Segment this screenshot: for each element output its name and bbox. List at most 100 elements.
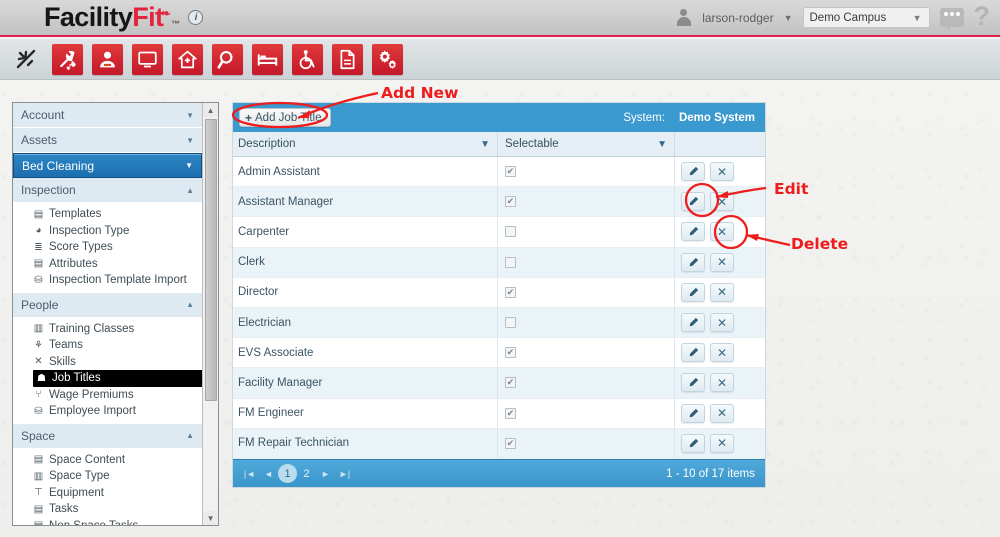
pager-page-2[interactable]: 2 (297, 464, 316, 483)
edit-button[interactable] (681, 373, 705, 393)
edit-button[interactable] (681, 222, 705, 242)
user-name-label[interactable]: larson-rodger (702, 11, 773, 25)
home-plus-icon[interactable] (172, 43, 203, 75)
sidebar-item-training-classes[interactable]: ▥ Training Classes (13, 321, 202, 338)
sidebar-item-attributes[interactable]: ▤ Attributes (13, 256, 202, 273)
server-icon: ▤ (33, 454, 44, 466)
bed-icon[interactable] (252, 43, 283, 75)
table-row[interactable]: Carpenter ✕ (233, 217, 765, 248)
sidebar-item-job-titles[interactable]: ☗ Job Titles (33, 370, 203, 387)
checkbox-icon[interactable] (505, 166, 516, 178)
delete-button[interactable]: ✕ (710, 162, 734, 182)
sidebar-item-templates[interactable]: ▤ Templates (13, 206, 202, 223)
column-header-selectable[interactable]: Selectable ▼ (498, 132, 675, 156)
wrench-icon[interactable] (52, 43, 83, 75)
delete-button[interactable]: ✕ (710, 222, 734, 242)
magnifier-icon[interactable] (212, 43, 243, 75)
delete-button[interactable]: ✕ (710, 282, 734, 302)
delete-button[interactable]: ✕ (710, 192, 734, 212)
checkbox-icon[interactable] (505, 226, 516, 238)
table-row[interactable]: Admin Assistant ✕ (233, 157, 765, 188)
sidebar-item-score-types[interactable]: ≣ Score Types (13, 239, 202, 256)
gears-icon[interactable] (372, 43, 403, 75)
edit-button[interactable] (681, 433, 705, 453)
edit-button[interactable] (681, 162, 705, 182)
sidebar-item-teams[interactable]: ⚘ Teams (13, 337, 202, 354)
document-icon[interactable] (332, 43, 363, 75)
table-row[interactable]: EVS Associate ✕ (233, 338, 765, 369)
sidebar-item-space-content[interactable]: ▤ Space Content (13, 452, 202, 469)
sidebar-item-non-space-tasks[interactable]: ▤ Non Space Tasks (13, 518, 202, 525)
checkbox-icon[interactable] (505, 377, 516, 389)
system-label: System: (623, 111, 665, 124)
pager-prev-button[interactable]: ◄ (259, 464, 278, 483)
chat-icon[interactable] (939, 8, 964, 31)
sidebar-item-inspection-template-import[interactable]: ⛁ Inspection Template Import (13, 272, 202, 289)
scroll-up-icon[interactable]: ▲ (203, 103, 218, 117)
sidebar-item-tasks[interactable]: ▤ Tasks (13, 501, 202, 518)
checkbox-icon[interactable] (505, 256, 516, 268)
sidebar-item-employee-import[interactable]: ⛁ Employee Import (13, 403, 202, 420)
funnel-icon[interactable]: ▼ (480, 139, 490, 150)
checkbox-icon[interactable] (505, 196, 516, 208)
sidebar-item-equipment[interactable]: ⊤ Equipment (13, 485, 202, 502)
delete-button[interactable]: ✕ (710, 373, 734, 393)
pager-next-button[interactable]: ► (316, 464, 335, 483)
sidebar-group-people[interactable]: People ▲ (13, 292, 203, 318)
sidebar-item-inspection-type[interactable]: ◕ Inspection Type (13, 223, 202, 240)
wheelchair-icon[interactable] (292, 43, 323, 75)
monitor-icon[interactable] (132, 43, 163, 75)
delete-button[interactable]: ✕ (710, 313, 734, 333)
chevron-down-icon[interactable]: ▼ (784, 13, 793, 23)
delete-button[interactable]: ✕ (710, 403, 734, 423)
checkbox-icon[interactable] (505, 407, 516, 419)
sidebar-group-bed-cleaning[interactable]: Bed Cleaning ▼ (13, 153, 203, 178)
sidebar-group-account[interactable]: Account ▼ (13, 103, 203, 128)
cell-selectable (498, 307, 675, 338)
table-row[interactable]: FM Engineer ✕ (233, 398, 765, 429)
person-icon[interactable] (92, 43, 123, 75)
column-header-description[interactable]: Description ▼ (233, 132, 498, 156)
pager-page-1[interactable]: 1 (278, 464, 297, 483)
delete-button[interactable]: ✕ (710, 252, 734, 272)
pager-last-button[interactable]: ►| (335, 464, 354, 483)
table-row[interactable]: Electrician ✕ (233, 307, 765, 339)
sidebar-item-skills[interactable]: ✕ Skills (13, 354, 202, 371)
pager-first-button[interactable]: |◄ (240, 464, 259, 483)
delete-button[interactable]: ✕ (710, 343, 734, 363)
sidebar-group-assets[interactable]: Assets ▼ (13, 128, 203, 153)
logo-text-primary: Facility (44, 2, 133, 32)
edit-button[interactable] (681, 282, 705, 302)
help-icon[interactable]: ? (974, 2, 991, 30)
checkbox-icon[interactable] (505, 286, 516, 298)
sidebar-group-inspection[interactable]: Inspection ▲ (13, 178, 203, 203)
cell-selectable (498, 157, 675, 187)
scroll-down-icon[interactable]: ▼ (203, 511, 218, 525)
edit-button[interactable] (681, 252, 705, 272)
table-row[interactable]: FM Repair Technician ✕ (233, 428, 765, 459)
table-row[interactable]: Clerk ✕ (233, 247, 765, 278)
sidebar-item-space-type[interactable]: ▥ Space Type (13, 468, 202, 485)
campus-select[interactable]: Demo Campus ▼ (802, 7, 930, 28)
checkbox-icon[interactable] (505, 437, 516, 449)
edit-button[interactable] (681, 343, 705, 363)
checkbox-icon[interactable] (505, 317, 516, 329)
close-x-icon: ✕ (716, 345, 728, 360)
edit-button[interactable] (681, 403, 705, 423)
table-row[interactable]: Director ✕ (233, 277, 765, 308)
sparkle-icon[interactable] (9, 44, 43, 75)
sidebar-item-wage-premiums[interactable]: ⑂ Wage Premiums (13, 387, 202, 404)
add-job-title-button[interactable]: + Add Job Title (239, 108, 331, 127)
sidebar-scrollbar[interactable]: ▲ ▼ (202, 103, 218, 525)
delete-button[interactable]: ✕ (710, 433, 734, 453)
scrollbar-thumb[interactable] (205, 119, 218, 401)
edit-button[interactable] (681, 192, 705, 212)
sidebar-item-label: Tasks (49, 503, 79, 516)
funnel-icon[interactable]: ▼ (657, 139, 667, 150)
table-row[interactable]: Facility Manager ✕ (233, 368, 765, 399)
info-icon[interactable]: i (188, 10, 204, 25)
checkbox-icon[interactable] (505, 347, 516, 359)
edit-button[interactable] (681, 313, 705, 333)
sidebar-group-space[interactable]: Space ▲ (13, 423, 203, 449)
table-row[interactable]: Assistant Manager ✕ (233, 187, 765, 218)
